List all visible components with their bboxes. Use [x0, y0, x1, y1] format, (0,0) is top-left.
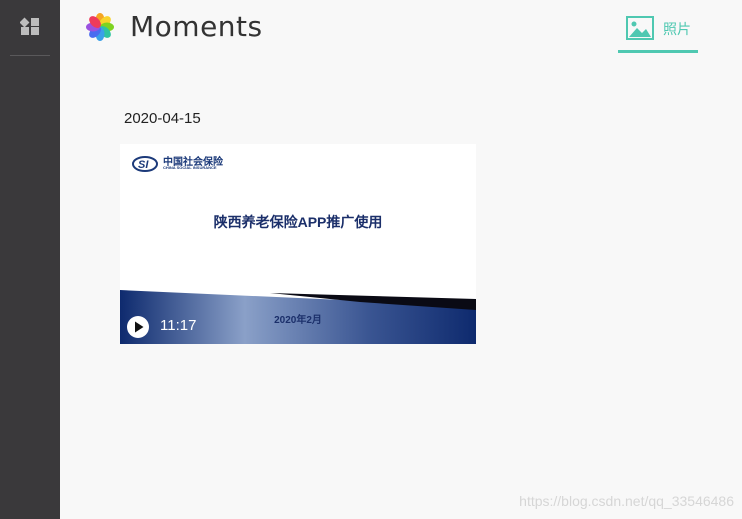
org-name-en: CHINA SOCIAL INSURANCE	[163, 165, 217, 170]
moments-logo-icon	[86, 13, 114, 41]
sidebar-divider	[10, 55, 50, 56]
social-insurance-logo-icon: SI	[132, 156, 158, 172]
video-thumbnail[interactable]: SI 中国社会保险 CHINA SOCIAL INSURANCE 陕西养老保险A…	[120, 144, 476, 344]
watermark: https://blog.csdn.net/qq_33546486	[519, 493, 734, 509]
main-content: Moments 照片 2020-04-15 SI 中国社会保险 CHINA SO…	[60, 0, 742, 519]
play-icon[interactable]	[127, 316, 149, 338]
svg-text:SI: SI	[138, 159, 149, 171]
apps-grid-icon[interactable]	[18, 14, 42, 38]
tab-photos[interactable]: 照片	[618, 14, 698, 54]
image-icon	[626, 16, 654, 40]
active-tab-indicator	[618, 50, 698, 53]
video-title: 陕西养老保险APP推广使用	[213, 214, 383, 230]
app-title: Moments	[130, 10, 263, 43]
group-date: 2020-04-15	[124, 110, 201, 127]
sidebar	[0, 0, 60, 519]
tab-photos-label: 照片	[663, 22, 691, 38]
video-duration: 11:17	[160, 317, 197, 334]
